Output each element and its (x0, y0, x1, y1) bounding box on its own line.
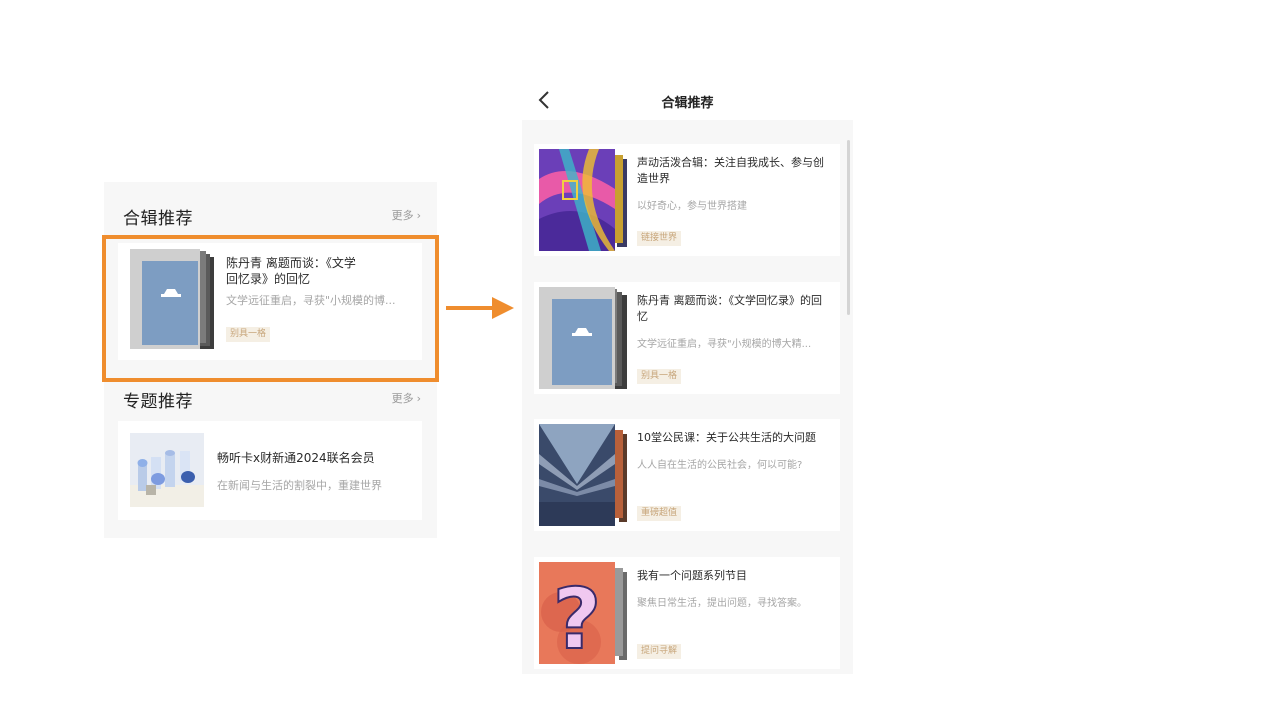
collections-more-link[interactable]: 更多 › (392, 207, 421, 223)
item-desc: 人人自在生活的公民社会，何以可能? (637, 460, 803, 471)
item-tag: 别具一格 (637, 369, 682, 384)
svg-text:?: ? (553, 570, 602, 664)
item-desc: 聚焦日常生活，提出问题，寻找答案。 (637, 598, 807, 609)
nav-bar: 合辑推荐 (522, 80, 853, 120)
topics-section-header: 专题推荐 更多 › (123, 387, 421, 412)
list-item[interactable]: 声动活泼合辑：关注自我成长、参与创造世界 以好奇心，参与世界搭建 链接世界 (534, 144, 840, 256)
item-tag: 提问寻解 (637, 644, 682, 659)
item-desc: 文学远征重启，寻获"小规模的博大精... (637, 339, 812, 350)
collections-section-title: 合辑推荐 (123, 209, 193, 229)
item-title: 我有一个问题系列节目 (637, 569, 747, 582)
item-tag: 链接世界 (637, 231, 682, 246)
chevron-right-icon: › (416, 392, 421, 405)
chevron-right-icon: › (416, 209, 421, 222)
cover-image (539, 287, 627, 389)
topic-card-title: 畅听卡x财新通2024联名会员 (217, 451, 375, 465)
item-desc: 以好奇心，参与世界搭建 (637, 201, 747, 212)
topics-more-link[interactable]: 更多 › (392, 390, 421, 406)
page-title: 合辑推荐 (661, 96, 714, 111)
cover-image (539, 424, 627, 526)
topic-card[interactable]: 畅听卡x财新通2024联名会员 在新闻与生活的割裂中，重建世界 (118, 421, 422, 520)
collection-list: 声动活泼合辑：关注自我成长、参与创造世界 以好奇心，参与世界搭建 链接世界 陈丹… (522, 120, 853, 674)
topic-cover-image (130, 433, 204, 507)
scrollbar[interactable] (847, 140, 850, 315)
cover-image: ? (539, 562, 627, 664)
topics-section-title: 专题推荐 (123, 392, 193, 412)
list-item[interactable]: 陈丹青 离题而谈：《文学回忆录》的回忆 文学远征重启，寻获"小规模的博大精...… (534, 282, 840, 394)
list-item[interactable]: 10堂公民课：关于公共生活的大问题 人人自在生活的公民社会，何以可能? 重磅超值 (534, 419, 840, 531)
list-item[interactable]: ? 我有一个问题系列节目 聚焦日常生活，提出问题，寻找答案。 提问寻解 (534, 557, 840, 669)
topic-card-desc: 在新闻与生活的割裂中，重建世界 (217, 479, 382, 492)
right-arrow-icon (446, 297, 514, 319)
collections-more-label: 更多 (391, 209, 414, 222)
topics-more-label: 更多 (391, 392, 414, 405)
item-title: 10堂公民课：关于公共生活的大问题 (637, 431, 816, 444)
collections-section-header: 合辑推荐 更多 › (123, 204, 421, 229)
highlight-frame (102, 235, 439, 382)
item-title: 陈丹青 离题而谈：《文学回忆录》的回忆 (637, 294, 822, 323)
cover-image (539, 149, 627, 251)
item-tag: 重磅超值 (637, 506, 682, 521)
item-title: 声动活泼合辑：关注自我成长、参与创造世界 (637, 156, 824, 185)
